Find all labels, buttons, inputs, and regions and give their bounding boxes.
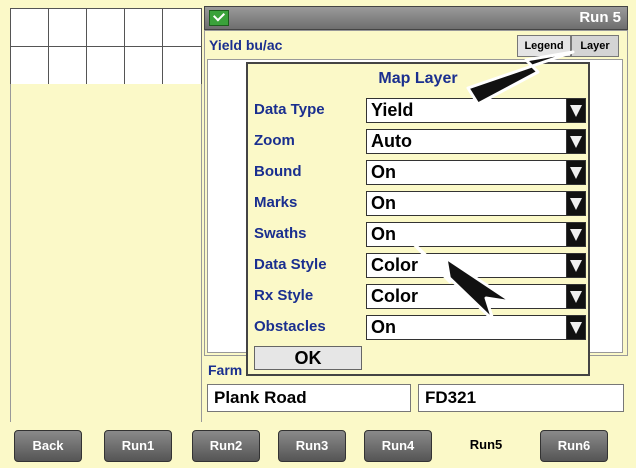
- dropdown-arrow-icon[interactable]: [566, 192, 585, 215]
- softkey[interactable]: [163, 47, 201, 85]
- tab-run6[interactable]: Run6: [540, 430, 608, 462]
- swaths-select[interactable]: On: [366, 222, 586, 247]
- dropdown-arrow-icon[interactable]: [566, 161, 585, 184]
- data-style-select[interactable]: Color: [366, 253, 586, 278]
- row-zoom: Zoom Auto: [248, 127, 588, 155]
- rx-style-select[interactable]: Color: [366, 284, 586, 309]
- dropdown-arrow-icon[interactable]: [566, 223, 585, 246]
- row-label: Obstacles: [254, 318, 326, 335]
- legend-button[interactable]: Legend: [517, 35, 571, 57]
- header-bar: Run 5: [204, 6, 628, 30]
- tab-back[interactable]: Back: [14, 430, 82, 462]
- row-data-style: Data Style Color: [248, 251, 588, 279]
- tab-run2[interactable]: Run2: [192, 430, 260, 462]
- softkey[interactable]: [87, 47, 125, 85]
- softkey[interactable]: [125, 9, 163, 47]
- marks-select[interactable]: On: [366, 191, 586, 216]
- dialog-title: Map Layer: [378, 70, 458, 87]
- softkey-grid: [10, 8, 202, 86]
- softkey[interactable]: [49, 47, 87, 85]
- row-rx-style: Rx Style Color: [248, 282, 588, 310]
- layer-button[interactable]: Layer: [571, 35, 619, 57]
- display-screen: Run 5 Yield bu/ac Legend Layer Farm Plan…: [0, 0, 636, 468]
- dropdown-arrow-icon[interactable]: [566, 285, 585, 308]
- field-id-field: FD321: [418, 384, 624, 412]
- select-value: On: [371, 224, 396, 244]
- softkey[interactable]: [87, 9, 125, 47]
- tab-run5[interactable]: Run5: [452, 424, 520, 464]
- row-data-type: Data Type Yield: [248, 96, 588, 124]
- softkey[interactable]: [11, 9, 49, 47]
- dropdown-arrow-icon[interactable]: [566, 254, 585, 277]
- softkey[interactable]: [125, 47, 163, 85]
- dropdown-arrow-icon[interactable]: [566, 99, 585, 122]
- row-label: Swaths: [254, 225, 307, 242]
- select-value: Color: [371, 255, 418, 275]
- select-value: On: [371, 162, 396, 182]
- select-value: Color: [371, 286, 418, 306]
- row-label: Zoom: [254, 132, 295, 149]
- map-layer-dialog: Map Layer Data Type Yield Zoom Auto Boun…: [246, 62, 590, 376]
- softkey[interactable]: [11, 47, 49, 85]
- softkey[interactable]: [49, 9, 87, 47]
- select-value: Yield: [371, 100, 414, 120]
- farm-field: Plank Road: [207, 384, 411, 412]
- select-value: On: [371, 317, 396, 337]
- select-value: Auto: [371, 131, 412, 151]
- row-marks: Marks On: [248, 189, 588, 217]
- left-pane: [10, 84, 202, 422]
- tab-run4[interactable]: Run4: [364, 430, 432, 462]
- row-label: Marks: [254, 194, 298, 211]
- row-label: Data Type: [254, 101, 325, 118]
- checkmark-icon: [209, 10, 229, 26]
- farm-label: Farm: [208, 362, 243, 378]
- row-label: Data Style: [254, 256, 327, 273]
- select-value: On: [371, 193, 396, 213]
- row-label: Bound: [254, 163, 302, 180]
- row-obstacles: Obstacles On: [248, 313, 588, 341]
- bottom-tab-bar: Back Run1 Run2 Run3 Run4 Run5 Run6: [0, 424, 636, 468]
- page-title: Run 5: [579, 9, 621, 26]
- dropdown-arrow-icon[interactable]: [566, 130, 585, 153]
- dropdown-arrow-icon[interactable]: [566, 316, 585, 339]
- bound-select[interactable]: On: [366, 160, 586, 185]
- yield-label: Yield bu/ac: [209, 37, 283, 53]
- tab-run1[interactable]: Run1: [104, 430, 172, 462]
- obstacles-select[interactable]: On: [366, 315, 586, 340]
- softkey[interactable]: [163, 9, 201, 47]
- zoom-select[interactable]: Auto: [366, 129, 586, 154]
- data-type-select[interactable]: Yield: [366, 98, 586, 123]
- row-bound: Bound On: [248, 158, 588, 186]
- tab-run3[interactable]: Run3: [278, 430, 346, 462]
- ok-button[interactable]: OK: [254, 346, 362, 370]
- row-swaths: Swaths On: [248, 220, 588, 248]
- row-label: Rx Style: [254, 287, 314, 304]
